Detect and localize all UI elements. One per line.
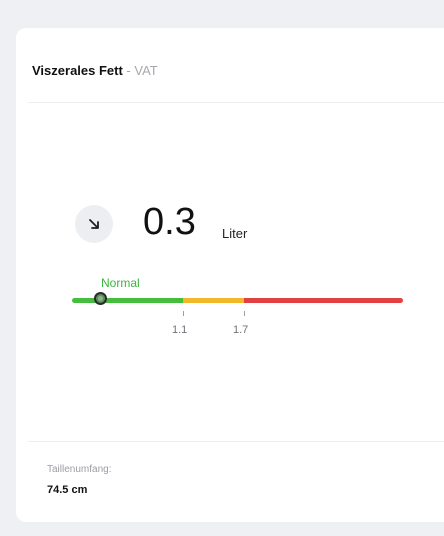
trend-indicator [75,205,113,243]
waist-circumference-label: Taillenumfang: [47,464,112,475]
measurement-value: 0.3 [143,201,196,243]
header-divider [28,102,444,103]
scale-segment-normal [72,298,183,303]
scale-tick-1 [183,311,184,316]
card-title-main: Viszerales Fett [32,63,123,78]
scale-threshold-2: 1.7 [233,324,249,336]
scale-tick-2 [244,311,245,316]
scale-threshold-1: 1.1 [172,324,188,336]
scale-current-marker [94,292,107,305]
measurement-unit: Liter [222,226,248,241]
card-title-separator: - [122,63,135,78]
card-title-subtitle: VAT [134,63,158,78]
arrow-down-right-icon [89,219,99,229]
scale-segment-elevated [183,298,244,303]
footer-divider [28,441,444,442]
scale-segment-high [244,298,403,303]
scale-status-label: Normal [101,276,140,290]
card-title: Viszerales Fett - VAT [32,63,158,78]
waist-circumference-value: 74.5 cm [47,484,88,496]
